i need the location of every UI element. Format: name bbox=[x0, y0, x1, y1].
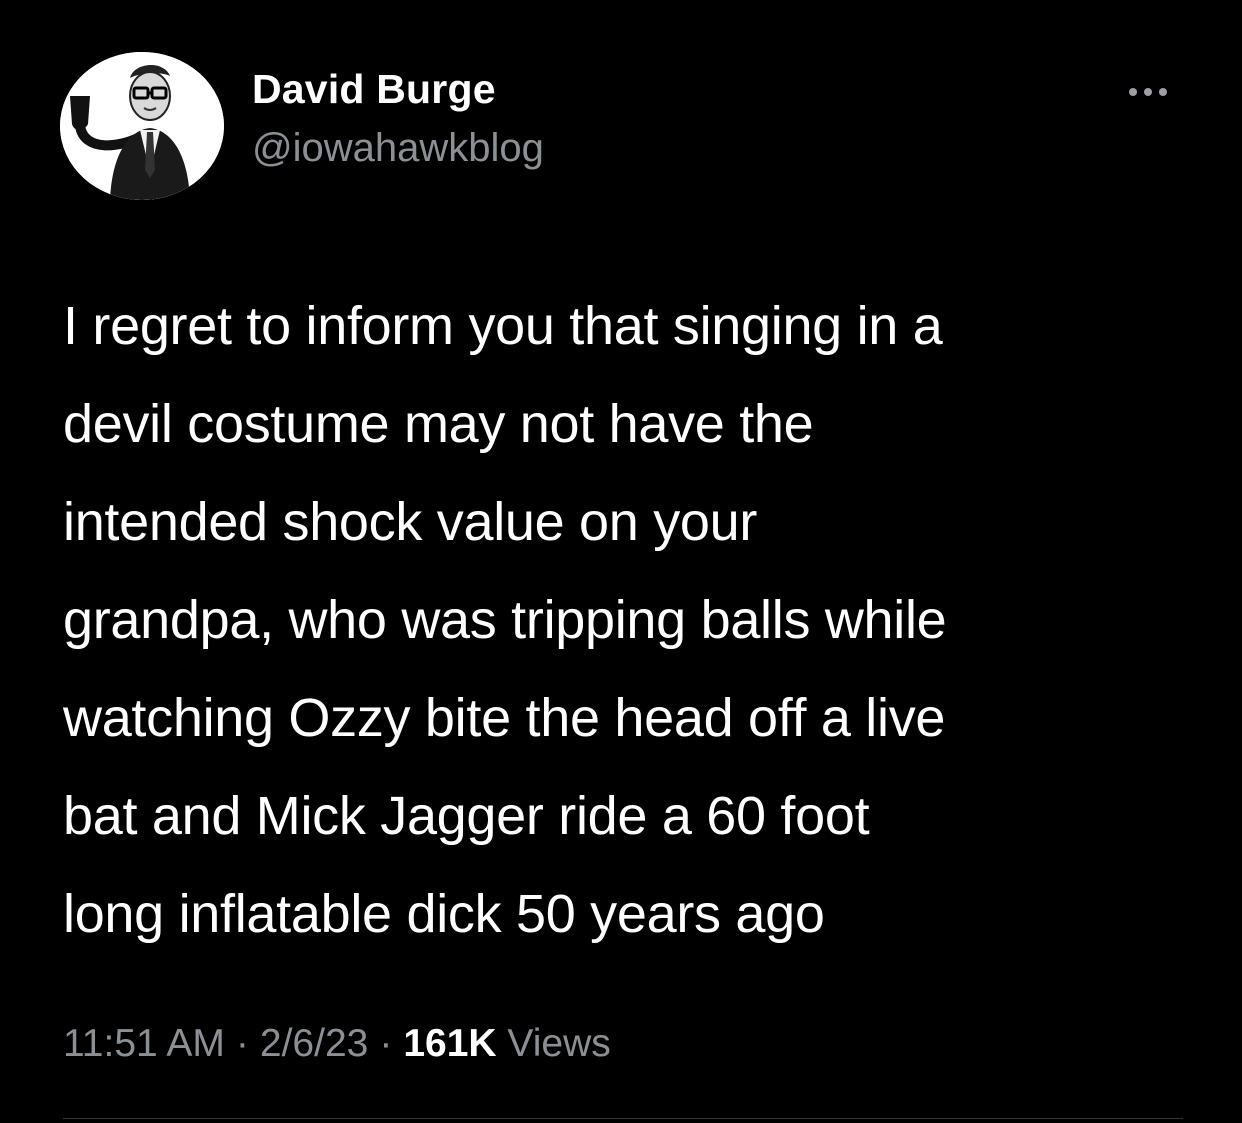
tweet-text-line: intended shock value on your bbox=[63, 492, 758, 552]
more-horizontal-icon bbox=[1159, 88, 1167, 96]
more-horizontal-icon bbox=[1144, 88, 1152, 96]
tweet: David Burge @iowahawkblog I regret to in… bbox=[0, 0, 1242, 1123]
tweet-text-line: I regret to inform you that singing in a bbox=[63, 296, 943, 356]
meta-separator: · bbox=[379, 1022, 393, 1065]
tweet-date[interactable]: 2/6/23 bbox=[260, 1022, 368, 1065]
tweet-text-line: long inflatable dick 50 years ago bbox=[63, 884, 825, 944]
divider bbox=[63, 1118, 1183, 1119]
more-options-button[interactable] bbox=[1116, 80, 1180, 104]
meta-separator: · bbox=[235, 1022, 249, 1065]
views-label[interactable]: Views bbox=[507, 1022, 610, 1065]
tweet-meta: 11:51 AM · 2/6/23 · 161K Views bbox=[63, 1022, 611, 1066]
tweet-text-line: devil costume may not have the bbox=[63, 394, 814, 454]
author-display-name[interactable]: David Burge bbox=[252, 66, 496, 113]
author-handle[interactable]: @iowahawkblog bbox=[252, 126, 544, 171]
tweet-text-line: bat and Mick Jagger ride a 60 foot bbox=[63, 786, 870, 846]
more-horizontal-icon bbox=[1129, 88, 1137, 96]
profile-photo-icon bbox=[60, 52, 224, 200]
avatar[interactable] bbox=[60, 52, 224, 200]
tweet-text-line: grandpa, who was tripping balls while bbox=[63, 590, 947, 650]
views-count[interactable]: 161K bbox=[403, 1022, 496, 1065]
tweet-text: I regret to inform you that singing in a… bbox=[63, 277, 1193, 963]
tweet-text-line: watching Ozzy bite the head off a live bbox=[63, 688, 946, 748]
tweet-time[interactable]: 11:51 AM bbox=[63, 1022, 225, 1065]
